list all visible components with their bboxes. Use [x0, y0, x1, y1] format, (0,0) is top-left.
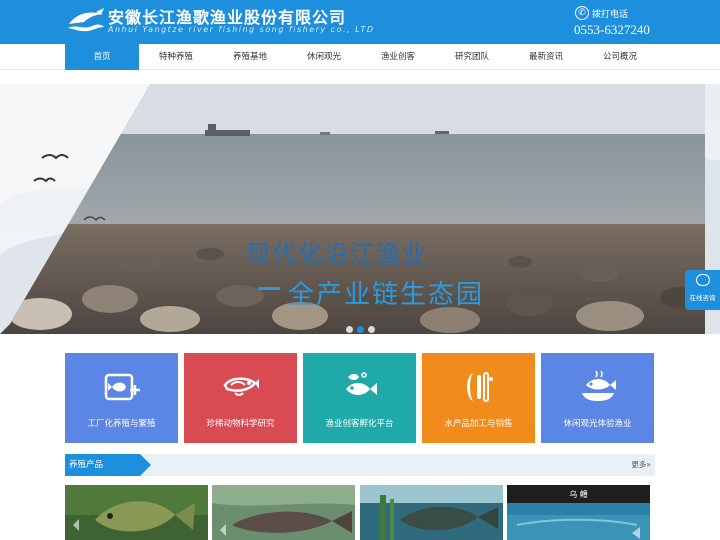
banner-dash [258, 287, 280, 290]
product-caption: 乌 鳢 [569, 490, 588, 499]
online-consult-button[interactable]: 在线咨询 [685, 270, 720, 310]
slider-dots [346, 318, 379, 337]
nav-research-team[interactable]: 研究团队 [435, 44, 509, 70]
main-nav: 首页 特种养殖 养殖基地 休闲观光 渔业创客 研究团队 最新资讯 公司概况 [0, 44, 720, 70]
service-label: 渔业创客孵化平台 [325, 419, 394, 429]
site-header: 安徽长江渔歌渔业股份有限公司 Anhui Yangtze river fishi… [0, 0, 720, 44]
online-consult-label: 在线咨询 [689, 294, 716, 302]
service-leisure-fishery[interactable]: 休闲观光体验渔业 [541, 353, 654, 443]
fish-wave-logo-icon[interactable] [66, 6, 106, 34]
product-thumb-2[interactable] [212, 485, 355, 540]
service-label: 工厂化养殖与繁殖 [87, 419, 156, 429]
banner-headline-2: 全产业链生态园 [288, 280, 485, 310]
product-thumb-1[interactable] [65, 485, 208, 540]
phone-label: 拨打电话 [592, 10, 629, 20]
carp-image [65, 485, 208, 540]
fish-school-icon [346, 372, 377, 395]
slider-dot-2[interactable] [357, 326, 364, 333]
rare-fish-icon [223, 377, 259, 396]
company-name-en: Anhui Yangtze river fishing song fishery… [108, 25, 375, 34]
nav-latest-news[interactable]: 最新资讯 [509, 44, 583, 70]
product-thumb-3[interactable] [360, 485, 503, 540]
catfish-image [212, 485, 355, 540]
hero-banner[interactable]: 现代化沿江渔业 全产业链生态园 [0, 84, 720, 334]
slider-dot-1[interactable] [346, 326, 353, 333]
service-processing-sales[interactable]: 水产品加工与销售 [422, 353, 535, 443]
processing-icon [467, 372, 493, 402]
service-rare-research[interactable]: 珍稀动物科学研究 [184, 353, 297, 443]
nav-home[interactable]: 首页 [65, 44, 139, 70]
nav-leisure-tour[interactable]: 休闲观光 [287, 44, 361, 70]
phone-icon: ✆ [575, 6, 589, 20]
chat-bubble-icon [695, 274, 710, 286]
service-label: 休闲观光体验渔业 [563, 419, 632, 429]
products-section-header: 养殖产品 更多» [65, 454, 655, 476]
product-thumb-4[interactable]: 乌 鳢 [507, 485, 650, 540]
more-link[interactable]: 更多» [631, 454, 651, 476]
slider-dot-3[interactable] [368, 326, 375, 333]
service-label: 珍稀动物科学研究 [206, 419, 275, 429]
nav-company-overview[interactable]: 公司概况 [583, 44, 657, 70]
phone-number[interactable]: 0553-6327240 [574, 22, 650, 38]
products-section-title[interactable]: 养殖产品 [65, 454, 151, 476]
banner-headline-1: 现代化沿江渔业 [246, 240, 428, 268]
nav-fishery-maker[interactable]: 渔业创客 [361, 44, 435, 70]
nav-breeding-base[interactable]: 养殖基地 [213, 44, 287, 70]
fish-tank-icon [104, 373, 140, 401]
fish-dish-icon [582, 370, 616, 401]
service-factory-breeding[interactable]: 工厂化养殖与繁殖 [65, 353, 178, 443]
service-label: 水产品加工与销售 [444, 419, 513, 429]
perch-image [360, 485, 503, 540]
nav-special-breeding[interactable]: 特种养殖 [139, 44, 213, 70]
service-maker-platform[interactable]: 渔业创客孵化平台 [303, 353, 416, 443]
